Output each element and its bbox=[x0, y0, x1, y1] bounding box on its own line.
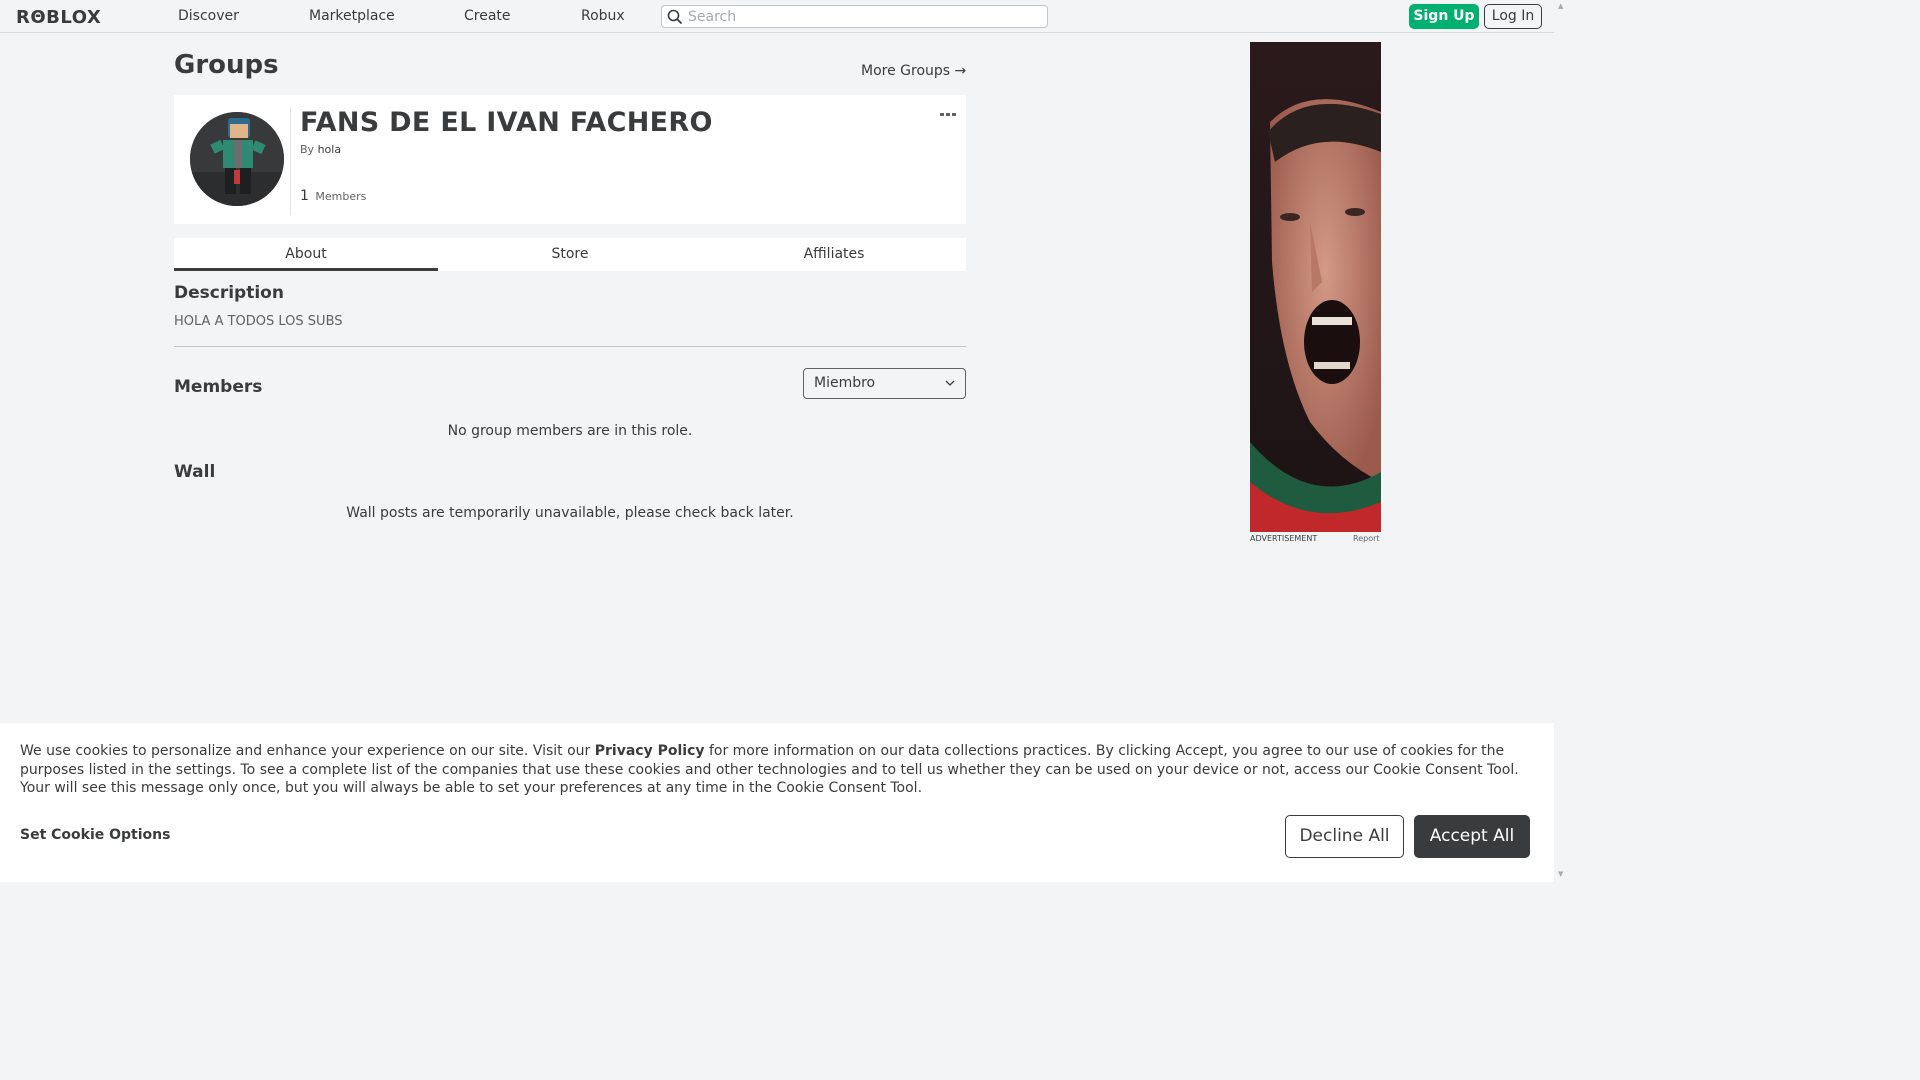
nav-create[interactable]: Create bbox=[464, 8, 511, 24]
vertical-scrollbar[interactable]: ▲ ▼ bbox=[1554, 0, 1568, 882]
tab-about[interactable]: About bbox=[174, 238, 438, 271]
advertisement-label: ADVERTISEMENT bbox=[1250, 534, 1318, 543]
chevron-down-icon bbox=[945, 380, 955, 386]
cookie-text-part1: We use cookies to personalize and enhanc… bbox=[20, 743, 595, 759]
cookie-message: We use cookies to personalize and enhanc… bbox=[20, 742, 1540, 798]
group-owner-line: By hola bbox=[300, 143, 341, 156]
privacy-policy-link[interactable]: Privacy Policy bbox=[595, 743, 705, 759]
log-in-button[interactable]: Log In bbox=[1484, 4, 1542, 29]
role-dropdown[interactable]: Miembro bbox=[803, 368, 966, 399]
group-name: FANS DE EL IVAN FACHERO bbox=[300, 107, 713, 138]
advertisement-banner[interactable] bbox=[1250, 42, 1381, 532]
group-header-card: FANS DE EL IVAN FACHERO By hola 1 Member… bbox=[174, 95, 966, 224]
accept-all-button[interactable]: Accept All bbox=[1414, 815, 1530, 858]
search-box bbox=[661, 5, 1048, 28]
no-members-message: No group members are in this role. bbox=[447, 423, 693, 439]
group-emblem-image bbox=[190, 112, 284, 206]
scroll-down-icon[interactable]: ▼ bbox=[1558, 870, 1563, 878]
decline-all-button[interactable]: Decline All bbox=[1285, 815, 1404, 858]
member-count-value: 1 bbox=[300, 188, 309, 204]
group-description: HOLA A TODOS LOS SUBS bbox=[174, 314, 343, 329]
group-emblem bbox=[190, 112, 284, 206]
by-label: By bbox=[300, 143, 315, 156]
role-dropdown-value: Miembro bbox=[814, 375, 876, 391]
set-cookie-options-link[interactable]: Set Cookie Options bbox=[20, 827, 170, 843]
member-count-label: Members bbox=[315, 190, 367, 203]
section-divider bbox=[174, 346, 966, 347]
scroll-up-icon[interactable]: ▲ bbox=[1558, 2, 1563, 10]
search-icon bbox=[667, 9, 683, 25]
group-member-count: 1 Members bbox=[300, 188, 366, 204]
top-navigation-bar: RΘBLOX Discover Marketplace Create Robux… bbox=[0, 0, 1568, 33]
page-title: Groups bbox=[174, 50, 279, 80]
sign-up-button[interactable]: Sign Up bbox=[1409, 4, 1479, 29]
advertisement-image bbox=[1250, 42, 1381, 532]
nav-discover[interactable]: Discover bbox=[178, 8, 239, 24]
tab-store[interactable]: Store bbox=[438, 238, 702, 271]
report-ad-link[interactable]: Report bbox=[1353, 534, 1380, 543]
nav-marketplace[interactable]: Marketplace bbox=[309, 8, 395, 24]
cookie-consent-banner: We use cookies to personalize and enhanc… bbox=[0, 723, 1554, 882]
more-dots-icon[interactable] bbox=[940, 103, 956, 122]
roblox-logo[interactable]: RΘBLOX bbox=[16, 7, 101, 28]
group-owner-link[interactable]: hola bbox=[318, 143, 342, 156]
wall-heading: Wall bbox=[174, 462, 216, 482]
tab-affiliates[interactable]: Affiliates bbox=[702, 238, 966, 271]
search-input[interactable] bbox=[688, 7, 1038, 26]
nav-robux[interactable]: Robux bbox=[581, 8, 625, 24]
members-heading: Members bbox=[174, 377, 263, 397]
wall-unavailable-message: Wall posts are temporarily unavailable, … bbox=[346, 505, 794, 521]
divider bbox=[290, 107, 291, 215]
description-heading: Description bbox=[174, 283, 284, 303]
more-groups-link[interactable]: More Groups → bbox=[861, 63, 966, 79]
group-tabs: About Store Affiliates bbox=[174, 238, 966, 271]
